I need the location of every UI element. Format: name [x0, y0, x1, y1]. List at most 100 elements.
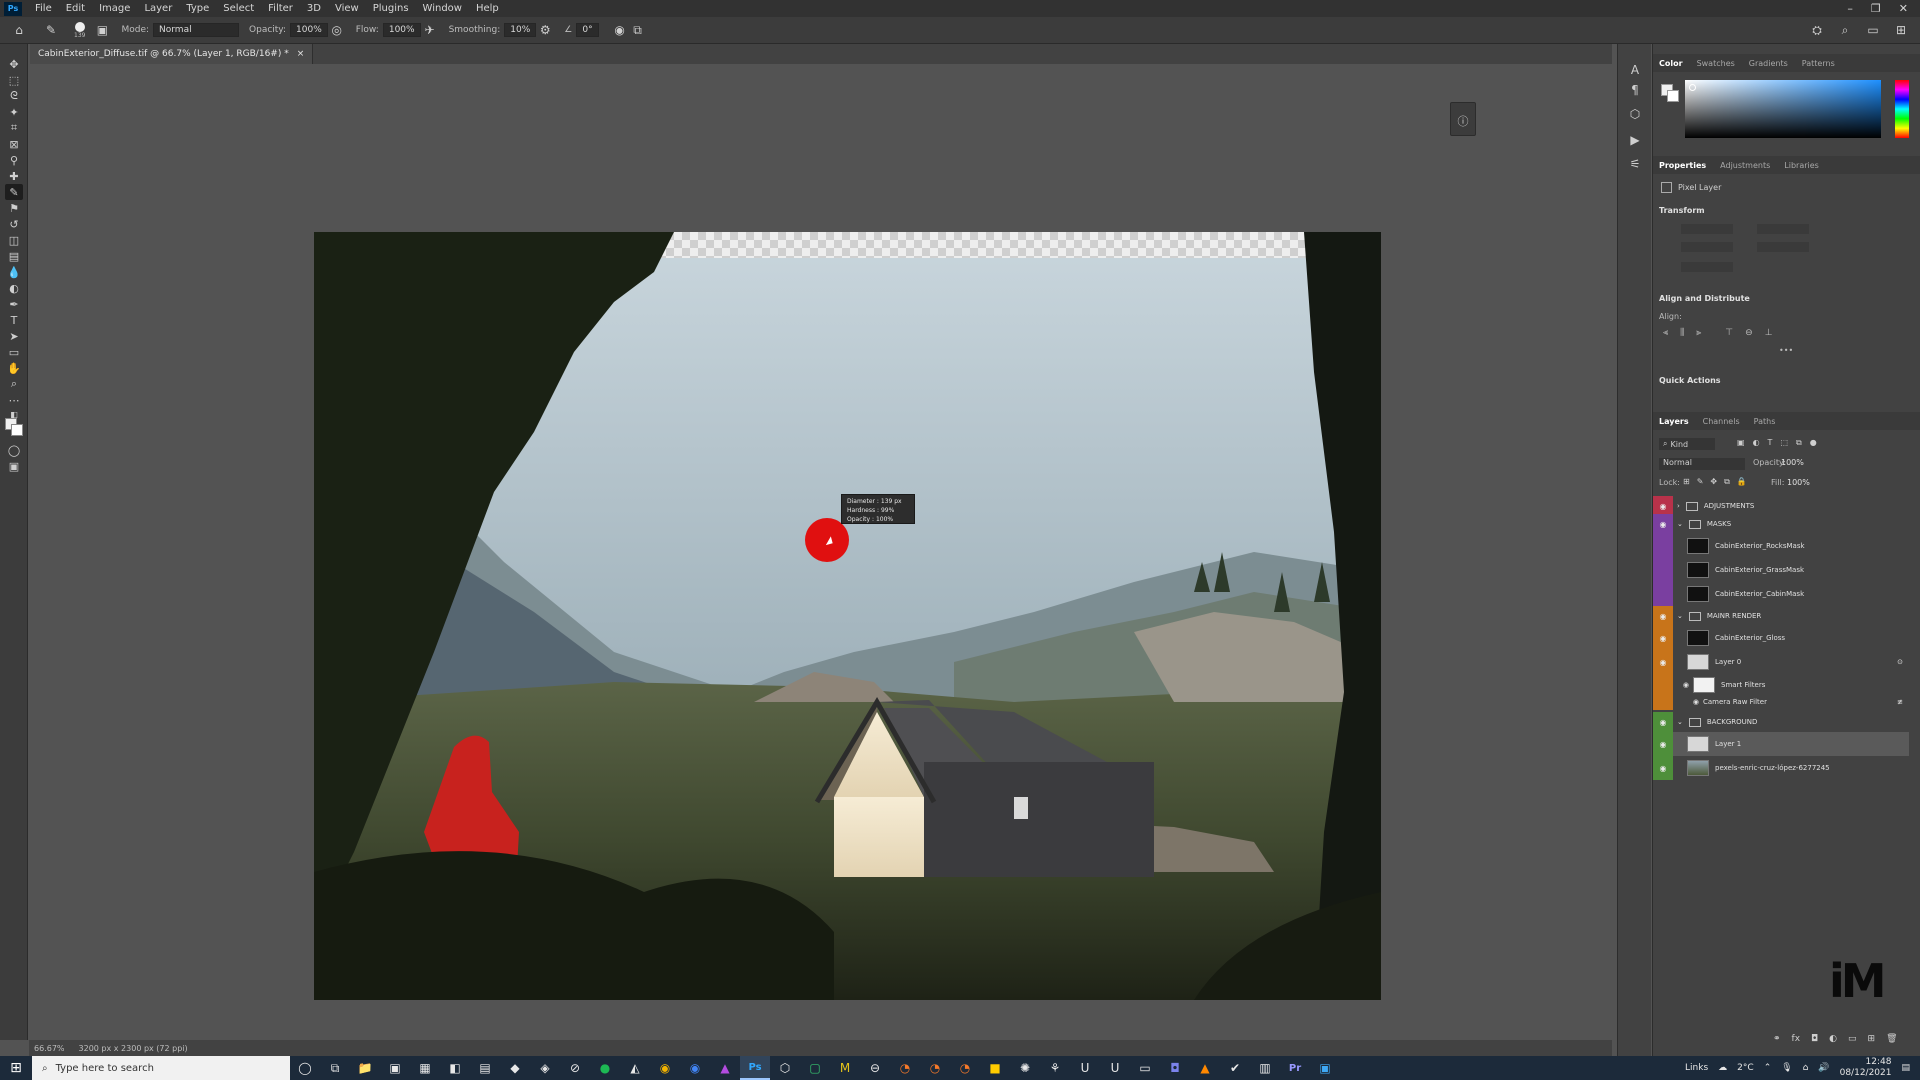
maximize-button[interactable]: ❐	[1871, 2, 1881, 15]
weather-temp[interactable]: 2°C	[1737, 1063, 1754, 1073]
close-tab-button[interactable]: ×	[297, 49, 305, 59]
app-icon[interactable]: ▲	[710, 1056, 740, 1080]
filter-smart-icon[interactable]: ⧉	[1796, 438, 1802, 448]
visibility-eye-icon[interactable]: ◉	[1673, 698, 1703, 706]
menu-edit[interactable]: Edit	[59, 3, 92, 14]
steam-icon[interactable]: ✔	[1220, 1056, 1250, 1080]
workspace-icon[interactable]: ▭	[1864, 21, 1882, 39]
menu-select[interactable]: Select	[216, 3, 261, 14]
menu-filter[interactable]: Filter	[261, 3, 300, 14]
fx-icon[interactable]: fx	[1792, 1034, 1801, 1044]
menu-window[interactable]: Window	[416, 3, 469, 14]
hand-tool-icon[interactable]: ✋	[5, 360, 23, 376]
blender-icon[interactable]: ◔	[890, 1056, 920, 1080]
layer-row[interactable]: ◉ ⌄ MAINR RENDER	[1653, 606, 1909, 626]
layers-opacity-value[interactable]: 100%	[1781, 458, 1804, 467]
lock-transparent-icon[interactable]: ⊞	[1683, 477, 1690, 487]
blender-icon[interactable]: ◔	[950, 1056, 980, 1080]
align-center-icon[interactable]: ⫼	[1680, 328, 1684, 338]
eyedropper-tool-icon[interactable]: ⚲	[5, 152, 23, 168]
marquee-tool-icon[interactable]: ⬚	[5, 72, 23, 88]
group-chevron-icon[interactable]: ›	[1677, 502, 1680, 510]
lock-pixels-icon[interactable]: ✎	[1697, 477, 1704, 487]
visibility-eye-icon[interactable]: ◉	[1653, 712, 1673, 732]
background-color-swatch[interactable]	[11, 424, 23, 436]
pressure-size-icon[interactable]: ◉	[611, 21, 629, 39]
document-size[interactable]: 3200 px x 2300 px (72 ppi)	[79, 1044, 188, 1053]
airbrush-icon[interactable]: ✈	[421, 21, 439, 39]
quick-actions-section-title[interactable]: Quick Actions	[1659, 376, 1721, 385]
menu-layer[interactable]: Layer	[137, 3, 179, 14]
crop-tool-icon[interactable]: ⌗	[5, 120, 23, 136]
layer-row[interactable]: CabinExterior_CabinMask	[1653, 582, 1909, 606]
share-icon[interactable]: ⛭	[1808, 21, 1826, 39]
layer-row[interactable]: ◉ ⌄ MASKS	[1653, 514, 1909, 534]
taskbar-search[interactable]: ⌕ Type here to search	[32, 1056, 290, 1080]
app-icon[interactable]: M	[830, 1056, 860, 1080]
windows-start-icon[interactable]: ⊞	[0, 1056, 32, 1080]
menu-type[interactable]: Type	[179, 3, 216, 14]
visibility-eye-icon[interactable]: ◉	[1673, 681, 1693, 689]
eraser-tool-icon[interactable]: ◫	[5, 232, 23, 248]
lock-position-icon[interactable]: ✥	[1710, 477, 1717, 487]
quick-select-tool-icon[interactable]: ✦	[5, 104, 23, 120]
tab-adjustments[interactable]: Adjustments	[1720, 161, 1770, 170]
network-icon[interactable]: ⌂	[1803, 1063, 1809, 1073]
menu-image[interactable]: Image	[92, 3, 137, 14]
calculator-icon[interactable]: ▦	[410, 1056, 440, 1080]
move-tool-icon[interactable]: ✥	[5, 56, 23, 72]
character-panel-icon[interactable]: A	[1627, 62, 1643, 78]
layer-row-selected[interactable]: ◉ Layer 1	[1653, 732, 1909, 756]
document-tab[interactable]: CabinExterior_Diffuse.tif @ 66.7% (Layer…	[30, 44, 314, 64]
menu-file[interactable]: File	[28, 3, 59, 14]
visibility-eye-icon[interactable]: ◉	[1653, 626, 1673, 650]
tab-patterns[interactable]: Patterns	[1802, 59, 1835, 68]
gradient-tool-icon[interactable]: ▤	[5, 248, 23, 264]
layer-row[interactable]: ◉ ⌄ BACKGROUND	[1653, 712, 1909, 732]
align-section-title[interactable]: Align and Distribute	[1659, 294, 1750, 303]
type-tool-icon[interactable]: T	[5, 312, 23, 328]
tab-gradients[interactable]: Gradients	[1749, 59, 1788, 68]
transform-w-field[interactable]	[1681, 224, 1733, 234]
app-icon[interactable]: ◧	[440, 1056, 470, 1080]
adjustment-layer-icon[interactable]: ◐	[1829, 1034, 1837, 1044]
app-icon[interactable]: ◘	[1160, 1056, 1190, 1080]
screen-mode-icon[interactable]: ▣	[5, 458, 23, 474]
align-middle-icon[interactable]: ⊖	[1745, 328, 1753, 338]
info-panel-button[interactable]: ⓘ	[1450, 102, 1476, 136]
app-icon[interactable]: ◆	[500, 1056, 530, 1080]
zoom-tool-icon[interactable]: ⌕	[5, 376, 23, 392]
align-right-icon[interactable]: ⫸	[1696, 328, 1701, 338]
app-icon[interactable]: ▭	[1130, 1056, 1160, 1080]
visibility-eye-icon[interactable]: ◉	[1653, 732, 1673, 756]
app-icon[interactable]: ▥	[1250, 1056, 1280, 1080]
layer-row[interactable]: ◉ Smart Filters	[1653, 674, 1909, 696]
paragraph-panel-icon[interactable]: ¶	[1627, 82, 1643, 98]
pen-tool-icon[interactable]: ✒	[5, 296, 23, 312]
lasso-tool-icon[interactable]: ᘓ	[5, 88, 23, 104]
new-group-icon[interactable]: ▭	[1848, 1034, 1857, 1044]
app-icon[interactable]: ▣	[1310, 1056, 1340, 1080]
more-options-button[interactable]: •••	[1779, 346, 1793, 355]
layer-row[interactable]: ◉ Camera Raw Filter ≢	[1653, 694, 1909, 710]
filter-pixel-icon[interactable]: ▣	[1737, 438, 1745, 448]
app-icon[interactable]: ▣	[380, 1056, 410, 1080]
home-icon[interactable]: ⌂	[10, 21, 28, 39]
dodge-tool-icon[interactable]: ◐	[5, 280, 23, 296]
clock[interactable]: 12:48 08/12/2021	[1840, 1057, 1892, 1079]
filter-options-icon[interactable]: ≢	[1897, 698, 1903, 706]
document-canvas[interactable]: Diameter : 139 px Hardness : 99% Opacity…	[314, 232, 1381, 1000]
app-icon[interactable]: ⚘	[1040, 1056, 1070, 1080]
transform-x-field[interactable]	[1757, 224, 1809, 234]
transform-section-title[interactable]: Transform	[1659, 206, 1705, 215]
tab-swatches[interactable]: Swatches	[1697, 59, 1735, 68]
pressure-opacity-icon[interactable]: ◎	[328, 21, 346, 39]
healing-tool-icon[interactable]: ✚	[5, 168, 23, 184]
visibility-eye-icon[interactable]: ◉	[1653, 606, 1673, 626]
adjustments-panel-icon[interactable]: ⚟	[1627, 156, 1643, 172]
tab-layers[interactable]: Layers	[1659, 417, 1689, 426]
actions-panel-icon[interactable]: ▶	[1627, 132, 1643, 148]
app-icon[interactable]: ▢	[800, 1056, 830, 1080]
tab-properties[interactable]: Properties	[1659, 161, 1706, 170]
add-mask-icon[interactable]: ◘	[1811, 1034, 1818, 1044]
